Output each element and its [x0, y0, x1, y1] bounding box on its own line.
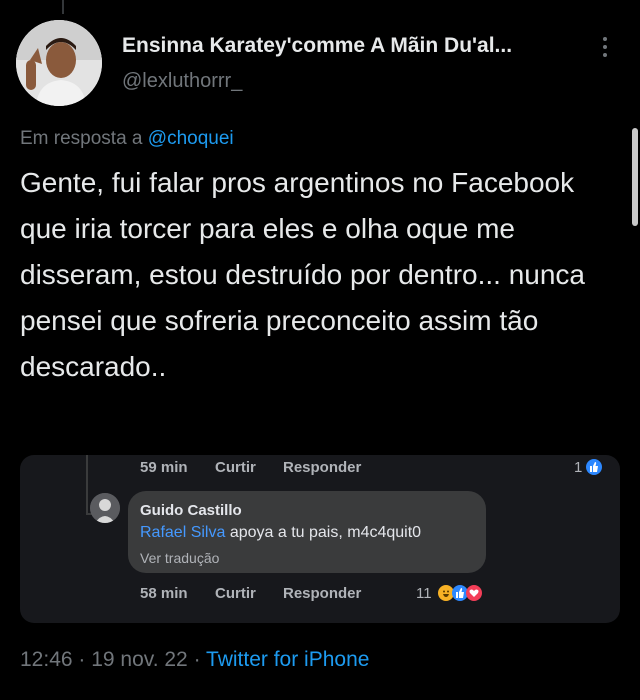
comment-body: apoya a tu pais, m4c4quit0 [225, 524, 422, 541]
comment-tagged-user: Rafael Silva [140, 524, 226, 541]
tweet-text: Gente, fui falar pros argentinos no Face… [20, 167, 585, 382]
comment-reaction-count: 11 [416, 585, 432, 602]
top-reaction-count: 1 [574, 459, 583, 476]
tweet-footer: 12:46 · 19 nov. 22 · Twitter for iPhone [20, 648, 369, 672]
thread-connector-line [62, 0, 64, 14]
top-comment-reply: Responder [283, 459, 362, 476]
scrollbar[interactable] [632, 128, 638, 226]
author-display-name[interactable]: Ensinna Karatey'comme A Mãin Du'al... [122, 34, 512, 58]
author-avatar[interactable] [16, 20, 102, 106]
comment-text: Rafael Silva apoya a tu pais, m4c4quit0 [140, 524, 421, 542]
reply-mention-link[interactable]: @choquei [148, 128, 234, 149]
author-handle[interactable]: @lexluthorrr_ [122, 70, 242, 93]
avatar-photo-icon [16, 20, 102, 106]
like-reaction-icon [586, 459, 602, 475]
commenter-name: Guido Castillo [140, 502, 242, 519]
comment-time: 58 min [140, 585, 188, 602]
reply-prefix: Em resposta a [20, 128, 148, 149]
comment-reply: Responder [283, 585, 362, 602]
reply-context: Em resposta a @choquei [20, 128, 234, 150]
top-comment-time: 59 min [140, 459, 188, 476]
tweet-source-link[interactable]: Twitter for iPhone [206, 648, 369, 671]
top-comment-like: Curtir [215, 459, 256, 476]
more-options-icon[interactable] [598, 36, 612, 62]
embedded-facebook-screenshot[interactable]: 59 min Curtir Responder 1 Guido Castillo… [20, 455, 620, 623]
tweet-timestamp[interactable]: 12:46 · 19 nov. 22 · [20, 648, 206, 671]
see-translation-link: Ver tradução [140, 550, 220, 566]
commenter-photo-icon [90, 493, 120, 523]
comment-like: Curtir [215, 585, 256, 602]
vertical-dots-icon [603, 37, 607, 57]
comment-bubble: Guido Castillo Rafael Silva apoya a tu p… [128, 491, 486, 573]
comment-thread-line [86, 455, 88, 515]
commenter-avatar [90, 493, 120, 523]
love-reaction-icon [466, 585, 482, 601]
